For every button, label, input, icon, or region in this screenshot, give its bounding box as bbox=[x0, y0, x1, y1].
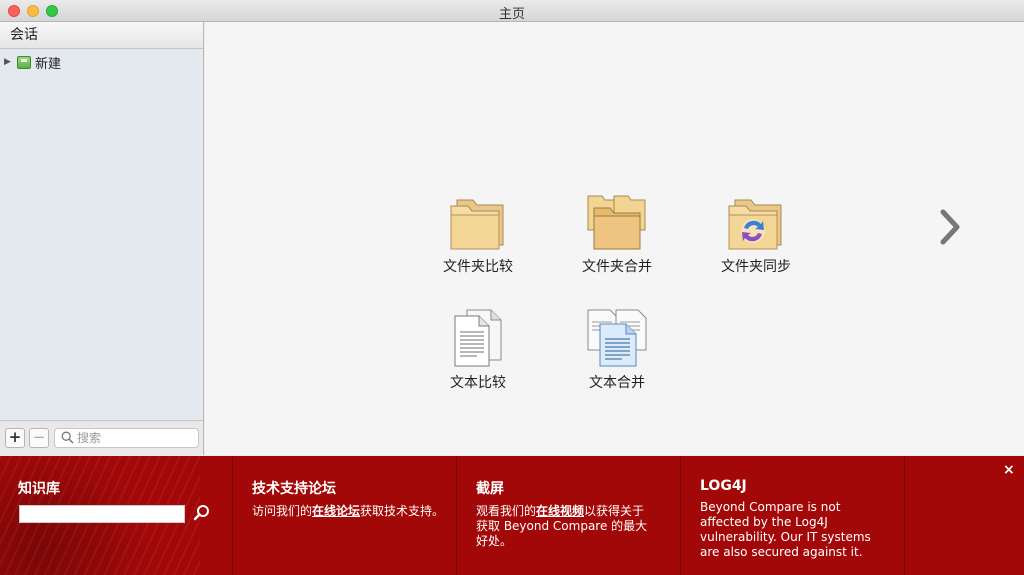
text-merge-icon bbox=[587, 309, 647, 367]
log4j-section: LOG4J Beyond Compare is not affected by … bbox=[682, 456, 905, 575]
forum-link[interactable]: 在线论坛 bbox=[312, 504, 360, 518]
forum-section: 技术支持论坛 访问我们的在线论坛获取技术支持。 bbox=[234, 456, 457, 575]
sessions-sidebar: 会话 ▶ 新建 + − bbox=[0, 22, 204, 455]
tile-label: 文件夹同步 bbox=[721, 259, 791, 275]
search-input[interactable] bbox=[77, 430, 195, 446]
search-icon bbox=[61, 431, 74, 444]
forum-text-pre: 访问我们的 bbox=[252, 504, 313, 518]
text-compare-tile[interactable]: 文本比较 bbox=[423, 308, 533, 392]
forum-title: 技术支持论坛 bbox=[252, 481, 336, 497]
kb-title: 知识库 bbox=[18, 481, 60, 497]
screencast-text-pre: 观看我们的 bbox=[476, 504, 537, 518]
tree-item-new[interactable]: ▶ 新建 bbox=[4, 53, 62, 72]
tile-label: 文件夹比较 bbox=[443, 259, 513, 275]
screencast-text: 观看我们的在线视频以获得关于获取 Beyond Compare 的最大好处。 bbox=[476, 504, 656, 549]
remove-session-button[interactable]: − bbox=[29, 428, 49, 448]
screencast-link[interactable]: 在线视频 bbox=[536, 504, 584, 518]
forum-text-post: 获取技术支持。 bbox=[360, 504, 445, 518]
banner-close-button[interactable]: × bbox=[1003, 462, 1015, 478]
disclosure-triangle-icon[interactable]: ▶ bbox=[4, 57, 14, 67]
log4j-title: LOG4J bbox=[700, 478, 747, 494]
sidebar-header: 会话 bbox=[0, 22, 203, 49]
screencast-title: 截屏 bbox=[476, 481, 504, 497]
sidebar-footer: + − bbox=[0, 420, 203, 455]
info-banner: 知识库 技术支持论坛 访问我们的在线论坛获取技术支持。 截屏 观看我们的在线视频… bbox=[0, 456, 1024, 575]
title-bar: 主页 bbox=[0, 0, 1024, 22]
text-compare-icon bbox=[454, 309, 502, 367]
folder-compare-icon bbox=[450, 199, 504, 250]
tile-label: 文本比较 bbox=[450, 375, 506, 391]
forum-text: 访问我们的在线论坛获取技术支持。 bbox=[252, 504, 456, 519]
folder-compare-tile[interactable]: 文件夹比较 bbox=[423, 194, 533, 276]
text-merge-tile[interactable]: 文本合并 bbox=[562, 308, 672, 392]
home-main: 文件夹比较 文件夹合并 文件夹同步 文本比较 文本合并 bbox=[205, 22, 1024, 455]
folder-sync-icon bbox=[728, 199, 782, 250]
session-search[interactable] bbox=[54, 428, 199, 448]
folder-sync-tile[interactable]: 文件夹同步 bbox=[701, 194, 811, 276]
window-title: 主页 bbox=[498, 7, 525, 22]
folder-merge-tile[interactable]: 文件夹合并 bbox=[562, 194, 672, 276]
search-icon[interactable] bbox=[193, 504, 211, 522]
folder-merge-icon bbox=[587, 195, 646, 250]
log4j-text: Beyond Compare is not affected by the Lo… bbox=[700, 500, 871, 559]
tile-label: 文本合并 bbox=[589, 375, 645, 391]
kb-search-input[interactable] bbox=[19, 505, 185, 523]
tree-item-label: 新建 bbox=[35, 56, 62, 72]
tile-label: 文件夹合并 bbox=[582, 259, 652, 275]
screencast-section: 截屏 观看我们的在线视频以获得关于获取 Beyond Compare 的最大好处… bbox=[458, 456, 681, 575]
chevron-right-icon[interactable] bbox=[935, 207, 965, 247]
add-session-button[interactable]: + bbox=[5, 428, 25, 448]
session-icon bbox=[17, 55, 31, 69]
